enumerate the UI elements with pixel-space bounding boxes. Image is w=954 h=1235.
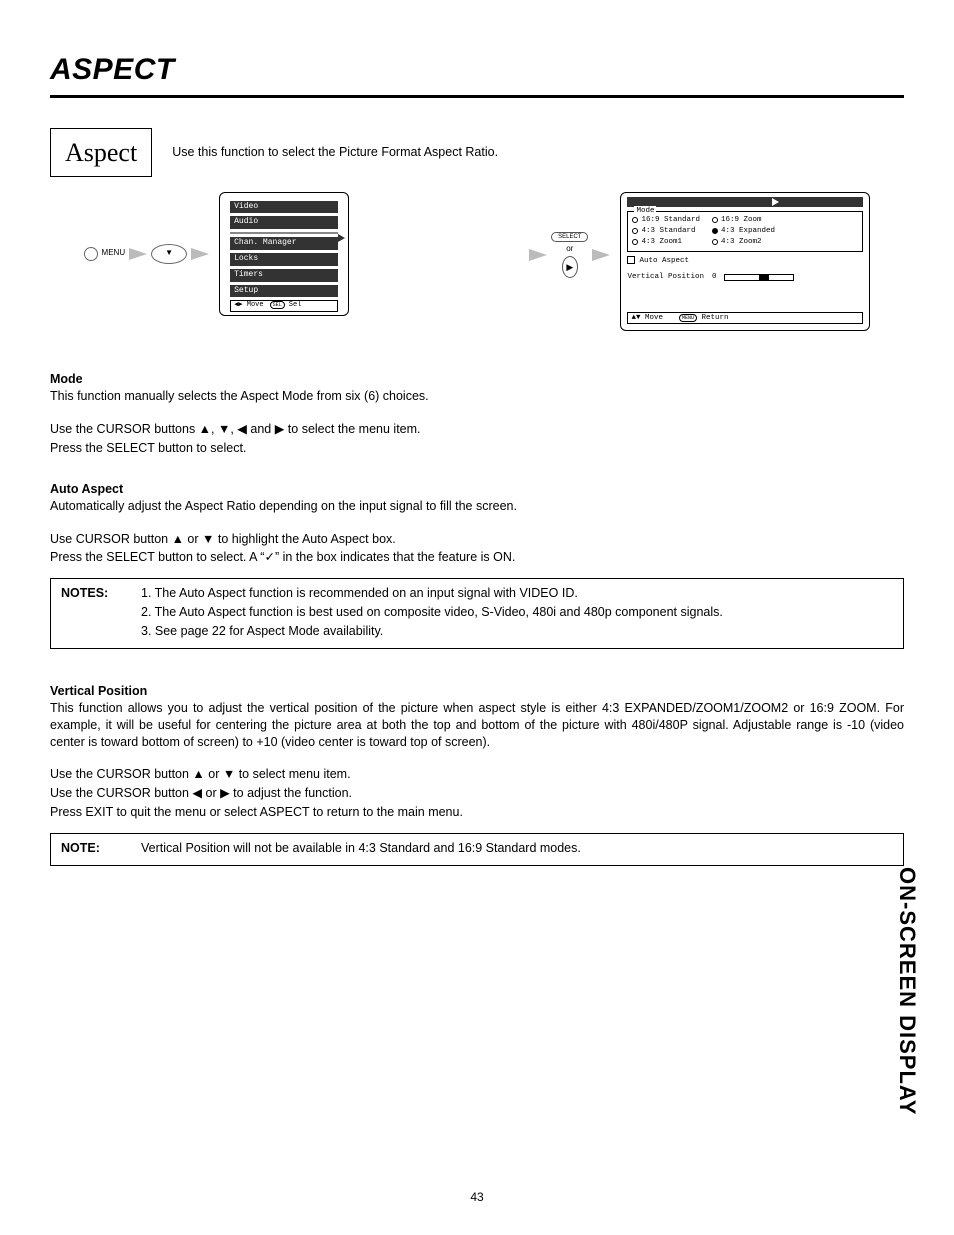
body-text: Use the CURSOR button ▲ or ▼ to select m… xyxy=(50,766,904,783)
note-label: NOTE: xyxy=(61,840,121,859)
page-title: ASPECT xyxy=(50,50,904,98)
body-text: Use CURSOR button ▲ or ▼ to highlight th… xyxy=(50,531,904,548)
body-text: This function allows you to adjust the v… xyxy=(50,700,904,751)
arrow-icon xyxy=(191,248,209,260)
page-number: 43 xyxy=(0,1189,954,1205)
body-text: Press the SELECT button to select. xyxy=(50,440,904,457)
body-text: Press the SELECT button to select. A “✓”… xyxy=(50,549,904,566)
aspect-box-label: Aspect xyxy=(50,128,152,177)
chevron-right-icon xyxy=(772,198,779,206)
mode-fieldset: Mode 16:9 Standard 4:3 Standard 4:3 Zoom… xyxy=(627,211,863,252)
chevron-right-icon xyxy=(338,234,345,242)
list-item: Timers xyxy=(230,269,338,282)
note-item: 1. The Auto Aspect function is recommend… xyxy=(141,585,723,602)
notes-label: NOTES: xyxy=(61,585,121,642)
body-text: Automatically adjust the Aspect Ratio de… xyxy=(50,498,904,515)
diagram-row: MENU ▼ Video Audio Chan. Manager Locks T… xyxy=(50,192,904,332)
note-list: Vertical Position will not be available … xyxy=(141,840,581,859)
note-item: 3. See page 22 for Aspect Mode availabil… xyxy=(141,623,723,640)
right-button-icon: ▶ xyxy=(562,256,578,278)
arrow-icon xyxy=(592,249,610,261)
note-box: NOTE: Vertical Position will not be avai… xyxy=(50,833,904,866)
mode-option: 16:9 Zoom xyxy=(712,215,775,225)
note-item: 2. The Auto Aspect function is best used… xyxy=(141,604,723,621)
checkbox-icon xyxy=(627,256,635,264)
mode-option: 4:3 Zoom2 xyxy=(712,237,775,247)
osd-detail-panel: Mode 16:9 Standard 4:3 Standard 4:3 Zoom… xyxy=(620,192,870,332)
menu-label: MENU xyxy=(102,248,126,259)
side-tab: ON-SCREEN DISPLAY xyxy=(892,867,922,1115)
mode-legend: Mode xyxy=(634,206,656,216)
slider-bar xyxy=(724,274,794,281)
auto-aspect-heading: Auto Aspect xyxy=(50,481,904,498)
notes-list: 1. The Auto Aspect function is recommend… xyxy=(141,585,723,642)
body-text: Use the CURSOR buttons ▲, ▼, ◀ and ▶ to … xyxy=(50,421,904,438)
intro-text: Use this function to select the Picture … xyxy=(172,144,498,161)
remote-group: MENU ▼ xyxy=(84,244,210,264)
notes-box: NOTES: 1. The Auto Aspect function is re… xyxy=(50,578,904,649)
mode-option: 4:3 Expanded xyxy=(712,226,775,236)
osd-menu-list: Video Audio Chan. Manager Locks Timers S… xyxy=(219,192,349,316)
list-item: Locks xyxy=(230,253,338,266)
vertical-position-row: Vertical Position 0 xyxy=(627,272,863,282)
cursor-pad-icon: ▼ xyxy=(151,244,187,264)
osd-header xyxy=(627,197,863,207)
list-item: Video xyxy=(230,201,338,214)
mode-option: 4:3 Standard xyxy=(632,226,700,236)
osd-detail-footer: ▲▼ Move MENU Return xyxy=(627,312,863,324)
vertical-position-heading: Vertical Position xyxy=(50,683,904,700)
list-item: Audio xyxy=(230,216,338,229)
or-label: or xyxy=(566,244,573,255)
note-item: Vertical Position will not be available … xyxy=(141,840,581,857)
mode-option: 16:9 Standard xyxy=(632,215,700,225)
osd-list-footer: ◀▶ Move SEL Sel xyxy=(230,300,338,311)
menu-button-icon xyxy=(84,247,98,261)
mode-heading: Mode xyxy=(50,371,904,388)
list-item-active xyxy=(230,232,338,234)
auto-aspect-row: Auto Aspect xyxy=(627,256,863,266)
body-text: This function manually selects the Aspec… xyxy=(50,388,904,405)
list-item: Setup xyxy=(230,285,338,298)
intro-row: Aspect Use this function to select the P… xyxy=(50,128,904,177)
arrow-icon xyxy=(529,249,547,261)
body-text: Use the CURSOR button ◀ or ▶ to adjust t… xyxy=(50,785,904,802)
body-text: Press EXIT to quit the menu or select AS… xyxy=(50,804,904,821)
select-group: SELECT or ▶ xyxy=(551,232,588,279)
mode-option: 4:3 Zoom1 xyxy=(632,237,700,247)
list-item: Chan. Manager xyxy=(230,237,338,250)
select-button-icon: SELECT xyxy=(551,232,588,242)
arrow-icon xyxy=(129,248,147,260)
